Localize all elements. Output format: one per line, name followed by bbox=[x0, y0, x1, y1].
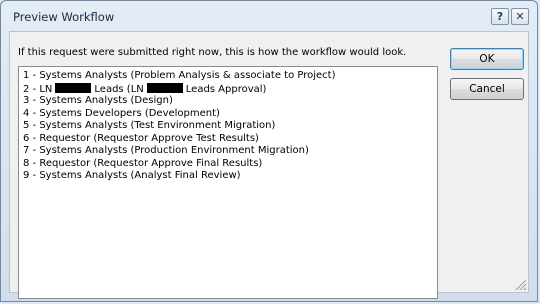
list-item[interactable]: 7 - Systems Analysts (Production Environ… bbox=[21, 145, 435, 158]
workflow-listbox[interactable]: 1 - Systems Analysts (Problem Analysis &… bbox=[18, 66, 438, 299]
redaction-block bbox=[146, 82, 183, 93]
close-button[interactable]: ✕ bbox=[511, 8, 529, 25]
list-item[interactable]: 3 - Systems Analysts (Design) bbox=[21, 95, 435, 108]
list-item[interactable]: 2 - LN Leads (LN Leads Approval) bbox=[21, 82, 435, 96]
list-item[interactable]: 5 - Systems Analysts (Test Environment M… bbox=[21, 120, 435, 133]
list-item[interactable]: 8 - Requestor (Requestor Approve Final R… bbox=[21, 158, 435, 171]
dialog-title: Preview Workflow bbox=[13, 10, 115, 24]
list-item[interactable]: 9 - Systems Analysts (Analyst Final Revi… bbox=[21, 170, 435, 183]
preview-workflow-dialog: Preview Workflow ? ✕ If this request wer… bbox=[0, 0, 538, 302]
list-item[interactable]: 6 - Requestor (Requestor Approve Test Re… bbox=[21, 133, 435, 146]
dialog-body: If this request were submitted right now… bbox=[9, 31, 529, 299]
resize-grip-icon[interactable] bbox=[514, 278, 526, 290]
redaction-block bbox=[55, 82, 92, 93]
list-item[interactable]: 4 - Systems Developers (Development) bbox=[21, 108, 435, 121]
title-bar[interactable]: Preview Workflow ? ✕ bbox=[1, 1, 537, 31]
help-button[interactable]: ? bbox=[491, 8, 509, 25]
ok-button[interactable]: OK bbox=[450, 48, 524, 70]
instruction-text: If this request were submitted right now… bbox=[18, 47, 407, 58]
list-item[interactable]: 1 - Systems Analysts (Problem Analysis &… bbox=[21, 70, 435, 83]
cancel-button[interactable]: Cancel bbox=[450, 78, 524, 100]
